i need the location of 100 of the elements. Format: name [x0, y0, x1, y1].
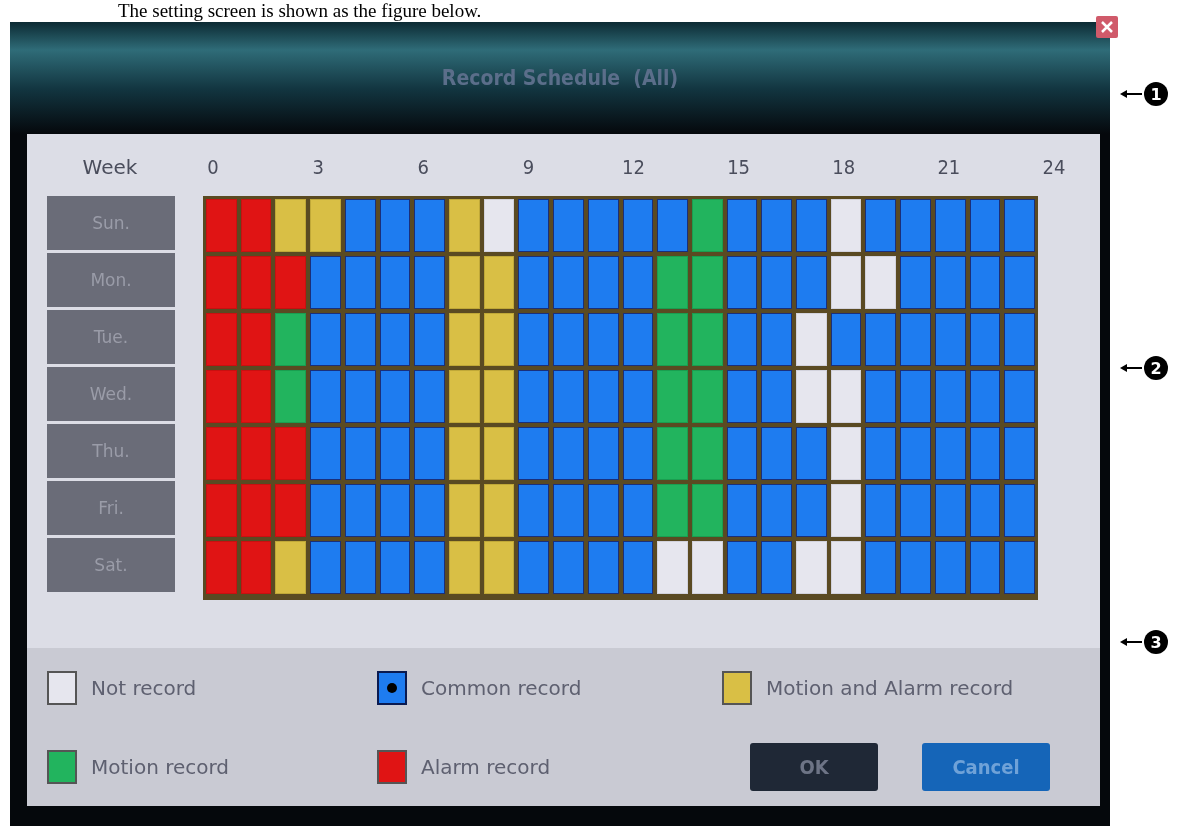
schedule-slot[interactable] — [379, 427, 411, 480]
schedule-slot[interactable] — [275, 313, 307, 366]
schedule-slot[interactable] — [379, 313, 411, 366]
schedule-slot[interactable] — [379, 541, 411, 594]
schedule-slot[interactable] — [934, 199, 966, 252]
schedule-slot[interactable] — [587, 427, 619, 480]
schedule-slot[interactable] — [518, 256, 550, 309]
schedule-slot[interactable] — [553, 370, 584, 423]
schedule-slot[interactable] — [900, 199, 931, 252]
schedule-slot[interactable] — [761, 427, 793, 480]
schedule-slot[interactable] — [796, 199, 827, 252]
schedule-slot[interactable] — [518, 313, 550, 366]
schedule-slot[interactable] — [900, 484, 931, 537]
schedule-slot[interactable] — [553, 313, 584, 366]
schedule-slot[interactable] — [761, 256, 793, 309]
schedule-slot[interactable] — [553, 541, 584, 594]
schedule-slot[interactable] — [344, 484, 376, 537]
schedule-slot[interactable] — [622, 313, 654, 366]
schedule-slot[interactable] — [587, 313, 619, 366]
schedule-slot[interactable] — [448, 370, 480, 423]
schedule-slot[interactable] — [379, 256, 411, 309]
schedule-slot[interactable] — [934, 484, 966, 537]
schedule-slot[interactable] — [622, 541, 654, 594]
schedule-slot[interactable] — [969, 256, 1001, 309]
schedule-slot[interactable] — [726, 370, 758, 423]
schedule-slot[interactable] — [483, 484, 515, 537]
schedule-slot[interactable] — [726, 256, 758, 309]
schedule-slot[interactable] — [310, 256, 341, 309]
legend-swatch[interactable] — [377, 749, 407, 784]
schedule-slot[interactable] — [518, 199, 550, 252]
schedule-slot[interactable] — [796, 256, 827, 309]
schedule-slot[interactable] — [518, 427, 550, 480]
schedule-slot[interactable] — [414, 199, 445, 252]
schedule-slot[interactable] — [934, 313, 966, 366]
schedule-slot[interactable] — [969, 541, 1001, 594]
schedule-slot[interactable] — [414, 541, 445, 594]
schedule-slot[interactable] — [483, 427, 515, 480]
schedule-slot[interactable] — [691, 256, 723, 309]
schedule-slot[interactable] — [344, 427, 376, 480]
schedule-slot[interactable] — [483, 370, 515, 423]
schedule-slot[interactable] — [448, 427, 480, 480]
schedule-slot[interactable] — [310, 484, 341, 537]
schedule-slot[interactable] — [414, 484, 445, 537]
schedule-slot[interactable] — [414, 370, 445, 423]
schedule-slot[interactable] — [483, 313, 515, 366]
schedule-slot[interactable] — [865, 541, 897, 594]
schedule-slot[interactable] — [969, 427, 1001, 480]
schedule-slot[interactable] — [969, 313, 1001, 366]
schedule-slot[interactable] — [275, 370, 307, 423]
schedule-slot[interactable] — [865, 427, 897, 480]
schedule-slot[interactable] — [414, 427, 445, 480]
schedule-slot[interactable] — [969, 199, 1001, 252]
schedule-slot[interactable] — [934, 256, 966, 309]
schedule-slot[interactable] — [379, 199, 411, 252]
schedule-slot[interactable] — [518, 484, 550, 537]
schedule-slot[interactable] — [275, 541, 307, 594]
schedule-slot[interactable] — [310, 427, 341, 480]
schedule-slot[interactable] — [726, 484, 758, 537]
schedule-slot[interactable] — [796, 427, 827, 480]
schedule-slot[interactable] — [726, 541, 758, 594]
schedule-slot[interactable] — [1004, 199, 1035, 252]
schedule-slot[interactable] — [310, 313, 341, 366]
close-icon[interactable] — [1096, 16, 1118, 38]
schedule-slot[interactable] — [553, 199, 584, 252]
schedule-slot[interactable] — [553, 427, 584, 480]
cancel-button[interactable]: Cancel — [922, 742, 1050, 791]
schedule-slot[interactable] — [1004, 541, 1035, 594]
schedule-slot[interactable] — [379, 484, 411, 537]
legend-swatch[interactable] — [722, 670, 752, 705]
schedule-slot[interactable] — [275, 199, 307, 252]
schedule-slot[interactable] — [310, 370, 341, 423]
schedule-slot[interactable] — [796, 484, 827, 537]
schedule-slot[interactable] — [587, 541, 619, 594]
schedule-slot[interactable] — [379, 370, 411, 423]
schedule-slot[interactable] — [483, 256, 515, 309]
schedule-slot[interactable] — [587, 256, 619, 309]
schedule-slot[interactable] — [934, 370, 966, 423]
schedule-slot[interactable] — [1004, 484, 1035, 537]
schedule-slot[interactable] — [900, 370, 931, 423]
schedule-slot[interactable] — [344, 313, 376, 366]
schedule-slot[interactable] — [865, 313, 897, 366]
schedule-slot[interactable] — [448, 256, 480, 309]
schedule-slot[interactable] — [865, 199, 897, 252]
schedule-slot[interactable] — [900, 313, 931, 366]
schedule-slot[interactable] — [344, 541, 376, 594]
schedule-slot[interactable] — [448, 313, 480, 366]
schedule-slot[interactable] — [865, 370, 897, 423]
schedule-slot[interactable] — [1004, 256, 1035, 309]
schedule-slot[interactable] — [622, 199, 654, 252]
schedule-slot[interactable] — [691, 427, 723, 480]
schedule-slot[interactable] — [761, 313, 793, 366]
schedule-slot[interactable] — [587, 199, 619, 252]
schedule-slot[interactable] — [414, 313, 445, 366]
schedule-slot[interactable] — [761, 484, 793, 537]
legend-swatch[interactable] — [377, 670, 407, 705]
schedule-slot[interactable] — [934, 427, 966, 480]
schedule-slot[interactable] — [657, 199, 688, 252]
schedule-slot[interactable] — [587, 484, 619, 537]
schedule-slot[interactable] — [344, 370, 376, 423]
schedule-slot[interactable] — [622, 427, 654, 480]
